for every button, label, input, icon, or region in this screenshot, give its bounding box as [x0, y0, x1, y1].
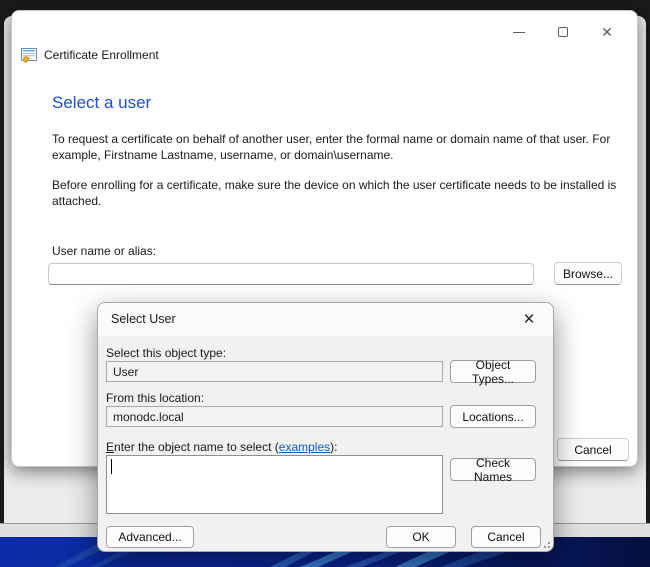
close-icon: ✕ — [601, 25, 613, 39]
object-type-field[interactable]: User — [106, 361, 443, 382]
certificate-icon — [21, 47, 37, 63]
select-user-dialog: Select User ✕ Select this object type: U… — [97, 302, 554, 552]
maximize-button[interactable] — [541, 17, 585, 47]
location-label: From this location: — [106, 391, 204, 405]
advanced-button[interactable]: Advanced... — [106, 526, 194, 548]
app-header: Certificate Enrollment — [21, 47, 159, 63]
object-name-label-suffix: ): — [330, 440, 337, 454]
dialog-titlebar: Select User ✕ — [98, 303, 553, 336]
object-name-label: Enter the object name to select (example… — [106, 440, 337, 454]
browse-button[interactable]: Browse... — [554, 262, 622, 285]
ok-button[interactable]: OK — [386, 526, 456, 548]
minimize-icon — [513, 32, 525, 33]
locations-button[interactable]: Locations... — [450, 405, 536, 428]
object-name-input-wrap — [106, 455, 443, 514]
username-input[interactable] — [48, 263, 534, 285]
dialog-cancel-button[interactable]: Cancel — [471, 526, 541, 548]
object-name-label-text: nter the object name to select ( — [114, 440, 279, 454]
cancel-button[interactable]: Cancel — [557, 438, 629, 461]
dialog-title: Select User — [111, 312, 176, 326]
close-button[interactable]: ✕ — [585, 17, 629, 47]
resize-grip[interactable] — [541, 539, 550, 548]
object-types-button[interactable]: Object Types... — [450, 360, 536, 383]
check-names-button[interactable]: Check Names — [450, 458, 536, 481]
object-type-label: Select this object type: — [106, 346, 226, 360]
window-title: Certificate Enrollment — [44, 48, 159, 62]
window-caption-buttons: ✕ — [497, 17, 629, 47]
username-label: User name or alias: — [52, 244, 156, 258]
object-name-input[interactable] — [107, 456, 442, 513]
text-caret — [111, 459, 112, 474]
dialog-close-button[interactable]: ✕ — [513, 307, 545, 332]
location-field[interactable]: monodc.local — [106, 406, 443, 427]
page-heading: Select a user — [52, 93, 151, 113]
examples-link[interactable]: examples — [279, 440, 330, 454]
desktop: ✕ Certificate Enrollment Select a user T… — [0, 0, 650, 567]
location-value: monodc.local — [113, 410, 184, 424]
instruction-paragraph-2: Before enrolling for a certificate, make… — [52, 178, 624, 209]
object-type-value: User — [113, 365, 138, 379]
close-icon: ✕ — [523, 312, 536, 327]
object-name-label-accel: E — [106, 440, 114, 454]
minimize-button[interactable] — [497, 17, 541, 47]
maximize-icon — [558, 27, 568, 37]
instruction-paragraph-1: To request a certificate on behalf of an… — [52, 132, 624, 163]
